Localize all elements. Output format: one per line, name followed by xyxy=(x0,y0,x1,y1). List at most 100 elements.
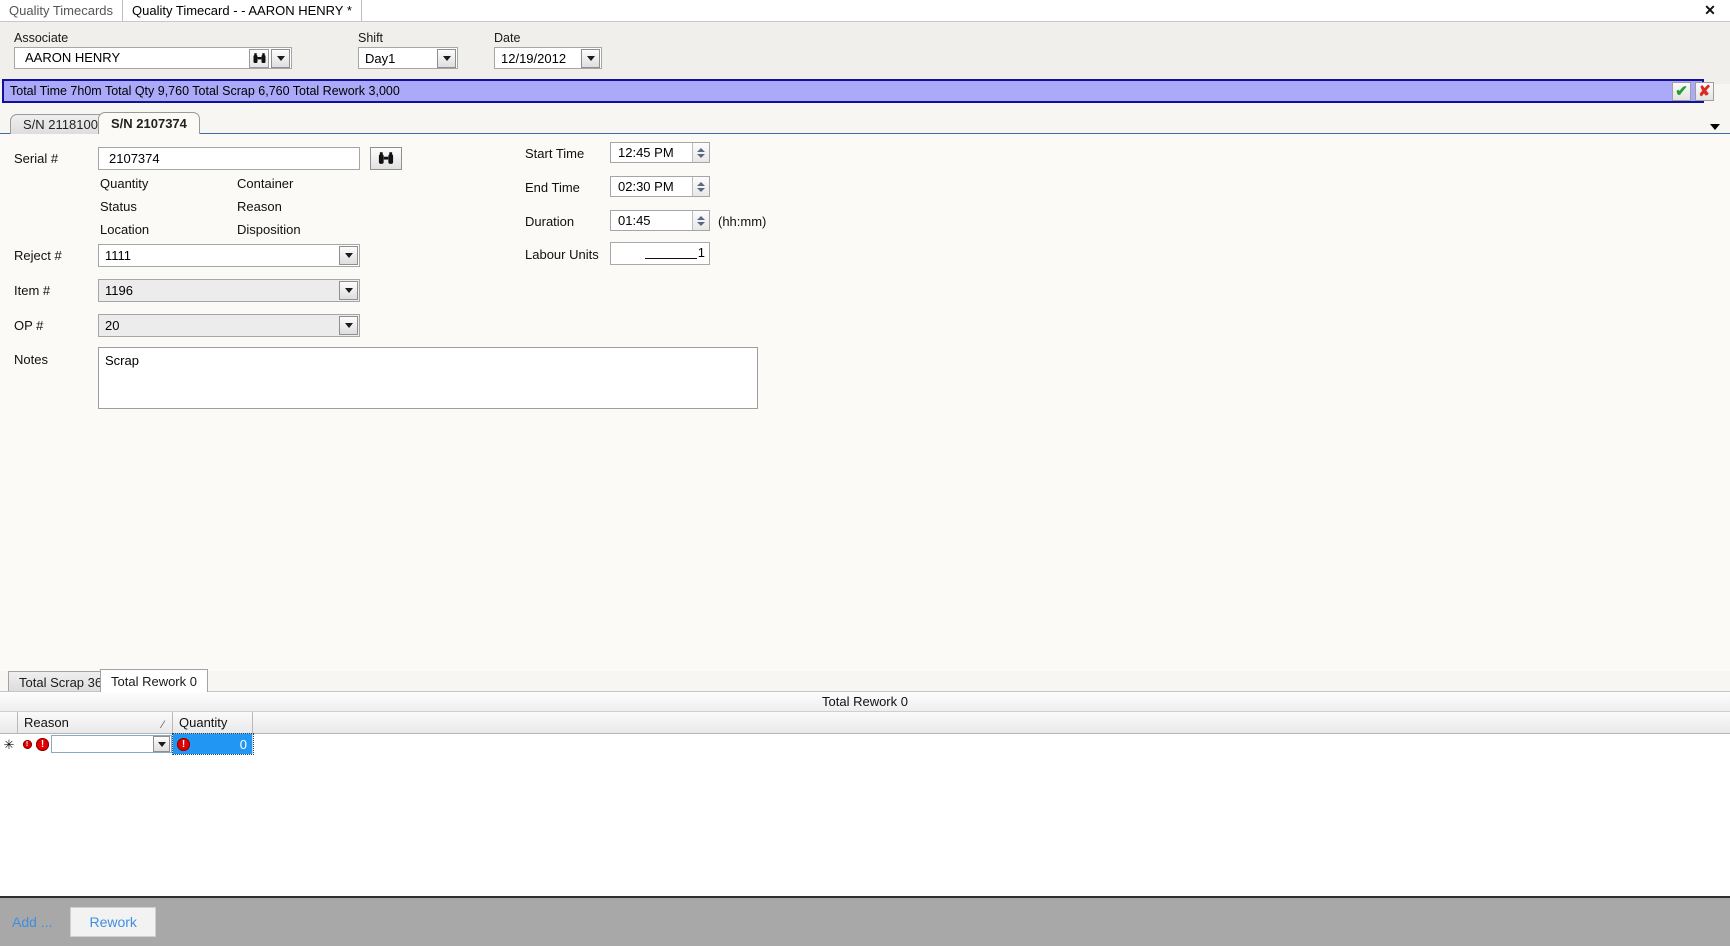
serial-input[interactable]: 2107374 xyxy=(99,149,359,169)
tab-quality-timecard-aaron-henry[interactable]: Quality Timecard - - AARON HENRY * xyxy=(122,0,362,21)
shift-value: Day1 xyxy=(365,50,396,66)
date-picker[interactable]: 12/19/2012 xyxy=(494,47,602,69)
chevron-down-icon xyxy=(697,153,705,158)
new-row-star-icon: ✳ xyxy=(3,736,15,752)
error-icon: ! xyxy=(36,737,49,751)
rework-button[interactable]: Rework xyxy=(70,907,156,937)
reject-dropdown-button[interactable] xyxy=(339,246,358,265)
reason-cell-dropdown-button[interactable] xyxy=(153,736,170,752)
labour-units-value: 1 xyxy=(697,245,705,260)
chevron-down-icon xyxy=(344,288,353,293)
shift-label: Shift xyxy=(358,31,384,45)
op-select[interactable]: 20 xyxy=(98,314,360,337)
item-value: 1196 xyxy=(105,283,133,298)
container-label: Container xyxy=(237,176,294,191)
error-icon: ! xyxy=(177,737,190,751)
rework-grid: Total Rework 0 Reason ⁄ Quantity ✳ ! ! !… xyxy=(0,691,1730,896)
disposition-label: Disposition xyxy=(237,222,301,237)
text-selection-underline xyxy=(644,249,697,259)
duration-label: Duration xyxy=(525,214,575,229)
reject-label: Reject # xyxy=(14,248,62,263)
op-value: 20 xyxy=(105,318,120,333)
cell-quantity[interactable]: ! 0 xyxy=(172,733,254,755)
shift-dropdown-button[interactable] xyxy=(437,48,456,68)
chevron-down-icon xyxy=(442,55,451,61)
start-time-spinner[interactable] xyxy=(692,143,709,162)
record-confirm-buttons: ✔ ✘ xyxy=(1672,82,1714,101)
chevron-down-icon xyxy=(276,55,285,61)
op-label: OP # xyxy=(14,318,44,333)
row-error-indicator-small[interactable]: ! xyxy=(18,734,36,754)
cell-reason[interactable]: ! xyxy=(36,734,173,754)
close-icon: ✘ xyxy=(1698,83,1711,100)
item-label: Item # xyxy=(14,283,51,298)
serial-detail-form: Serial # 2107374 Quantity Container Stat… xyxy=(0,134,1730,671)
document-tab-strip: Quality Timecards Quality Timecard - - A… xyxy=(0,0,1730,22)
chevron-down-icon xyxy=(157,741,166,747)
chevron-up-icon xyxy=(697,147,705,152)
row-new-record-indicator: ✳ xyxy=(0,734,18,754)
filter-bar: Associate AARON HENRY Shift Day1 Date 12… xyxy=(0,22,1730,84)
date-value: 12/19/2012 xyxy=(501,50,567,66)
table-row[interactable]: ✳ ! ! ! 0 xyxy=(0,733,1730,755)
shift-select[interactable]: Day1 xyxy=(358,47,458,69)
notes-label: Notes xyxy=(14,352,48,367)
associate-label: Associate xyxy=(14,31,69,45)
end-time-input[interactable]: 02:30 PM xyxy=(610,176,710,197)
location-label: Location xyxy=(100,222,150,237)
item-select[interactable]: 1196 xyxy=(98,279,360,302)
quality-timecard-window: Quality Timecards Quality Timecard - - A… xyxy=(0,0,1730,946)
item-dropdown-button[interactable] xyxy=(339,281,358,300)
chevron-down-icon xyxy=(697,221,705,226)
serial-tab-2118100[interactable]: S/N 2118100 xyxy=(10,114,111,134)
tab-quality-timecards[interactable]: Quality Timecards xyxy=(0,0,122,21)
totals-tab-strip: Total Scrap 360 Total Rework 0 xyxy=(0,668,1730,692)
error-icon: ! xyxy=(22,739,32,749)
chevron-up-icon xyxy=(697,181,705,186)
serial-tab-strip: S/N 2118100 S/N 2107374 xyxy=(0,112,1730,134)
associate-input-shell[interactable]: AARON HENRY xyxy=(14,47,292,69)
duration-input[interactable]: 01:45 xyxy=(610,210,710,231)
end-time-value: 02:30 PM xyxy=(618,179,674,194)
notes-textarea[interactable]: Scrap xyxy=(98,347,758,409)
column-header-filler xyxy=(253,712,1730,733)
accept-button[interactable]: ✔ xyxy=(1672,82,1691,101)
reject-value: 1111 xyxy=(105,248,132,263)
serial-lookup-button[interactable] xyxy=(370,147,402,170)
date-dropdown-button[interactable] xyxy=(581,48,600,68)
column-header-reason[interactable]: Reason ⁄ xyxy=(18,712,173,733)
binoculars-icon[interactable] xyxy=(249,48,269,68)
column-header-quantity[interactable]: Quantity xyxy=(173,712,253,733)
add-link[interactable]: Add ... xyxy=(12,914,52,930)
serial-tab-2107374[interactable]: S/N 2107374 xyxy=(98,112,200,134)
start-time-label: Start Time xyxy=(525,146,585,161)
duration-spinner[interactable] xyxy=(692,211,709,230)
cell-filler xyxy=(253,734,1730,754)
close-icon[interactable]: ✕ xyxy=(1700,1,1720,19)
column-header-quantity-label: Quantity xyxy=(179,715,228,730)
shift-field-group: Shift Day1 xyxy=(358,31,458,69)
tab-total-rework[interactable]: Total Rework 0 xyxy=(100,669,208,692)
totals-summary-banner: Total Time 7h0m Total Qty 9,760 Total Sc… xyxy=(2,79,1704,103)
associate-dropdown-button[interactable] xyxy=(271,48,290,68)
duration-format-hint: (hh:mm) xyxy=(718,214,767,229)
binoculars-icon xyxy=(378,152,394,164)
grid-row-header-corner xyxy=(0,712,18,733)
op-dropdown-button[interactable] xyxy=(339,316,358,335)
labour-units-input[interactable]: 1 xyxy=(610,242,710,265)
date-label: Date xyxy=(494,31,521,45)
reason-cell-editor[interactable] xyxy=(51,735,172,753)
serial-input-shell[interactable]: 2107374 xyxy=(98,147,360,170)
start-time-input[interactable]: 12:45 PM xyxy=(610,142,710,163)
check-icon: ✔ xyxy=(1675,83,1688,100)
associate-field-group: Associate AARON HENRY xyxy=(14,31,292,69)
chevron-down-icon xyxy=(344,253,353,258)
labour-units-label: Labour Units xyxy=(525,247,599,262)
associate-input[interactable]: AARON HENRY xyxy=(15,48,249,68)
reject-select[interactable]: 1111 xyxy=(98,244,360,267)
reason-label: Reason xyxy=(237,199,282,214)
date-field-group: Date 12/19/2012 xyxy=(494,31,602,69)
chevron-down-icon[interactable] xyxy=(1710,124,1720,130)
end-time-spinner[interactable] xyxy=(692,177,709,196)
cancel-button[interactable]: ✘ xyxy=(1695,82,1714,101)
